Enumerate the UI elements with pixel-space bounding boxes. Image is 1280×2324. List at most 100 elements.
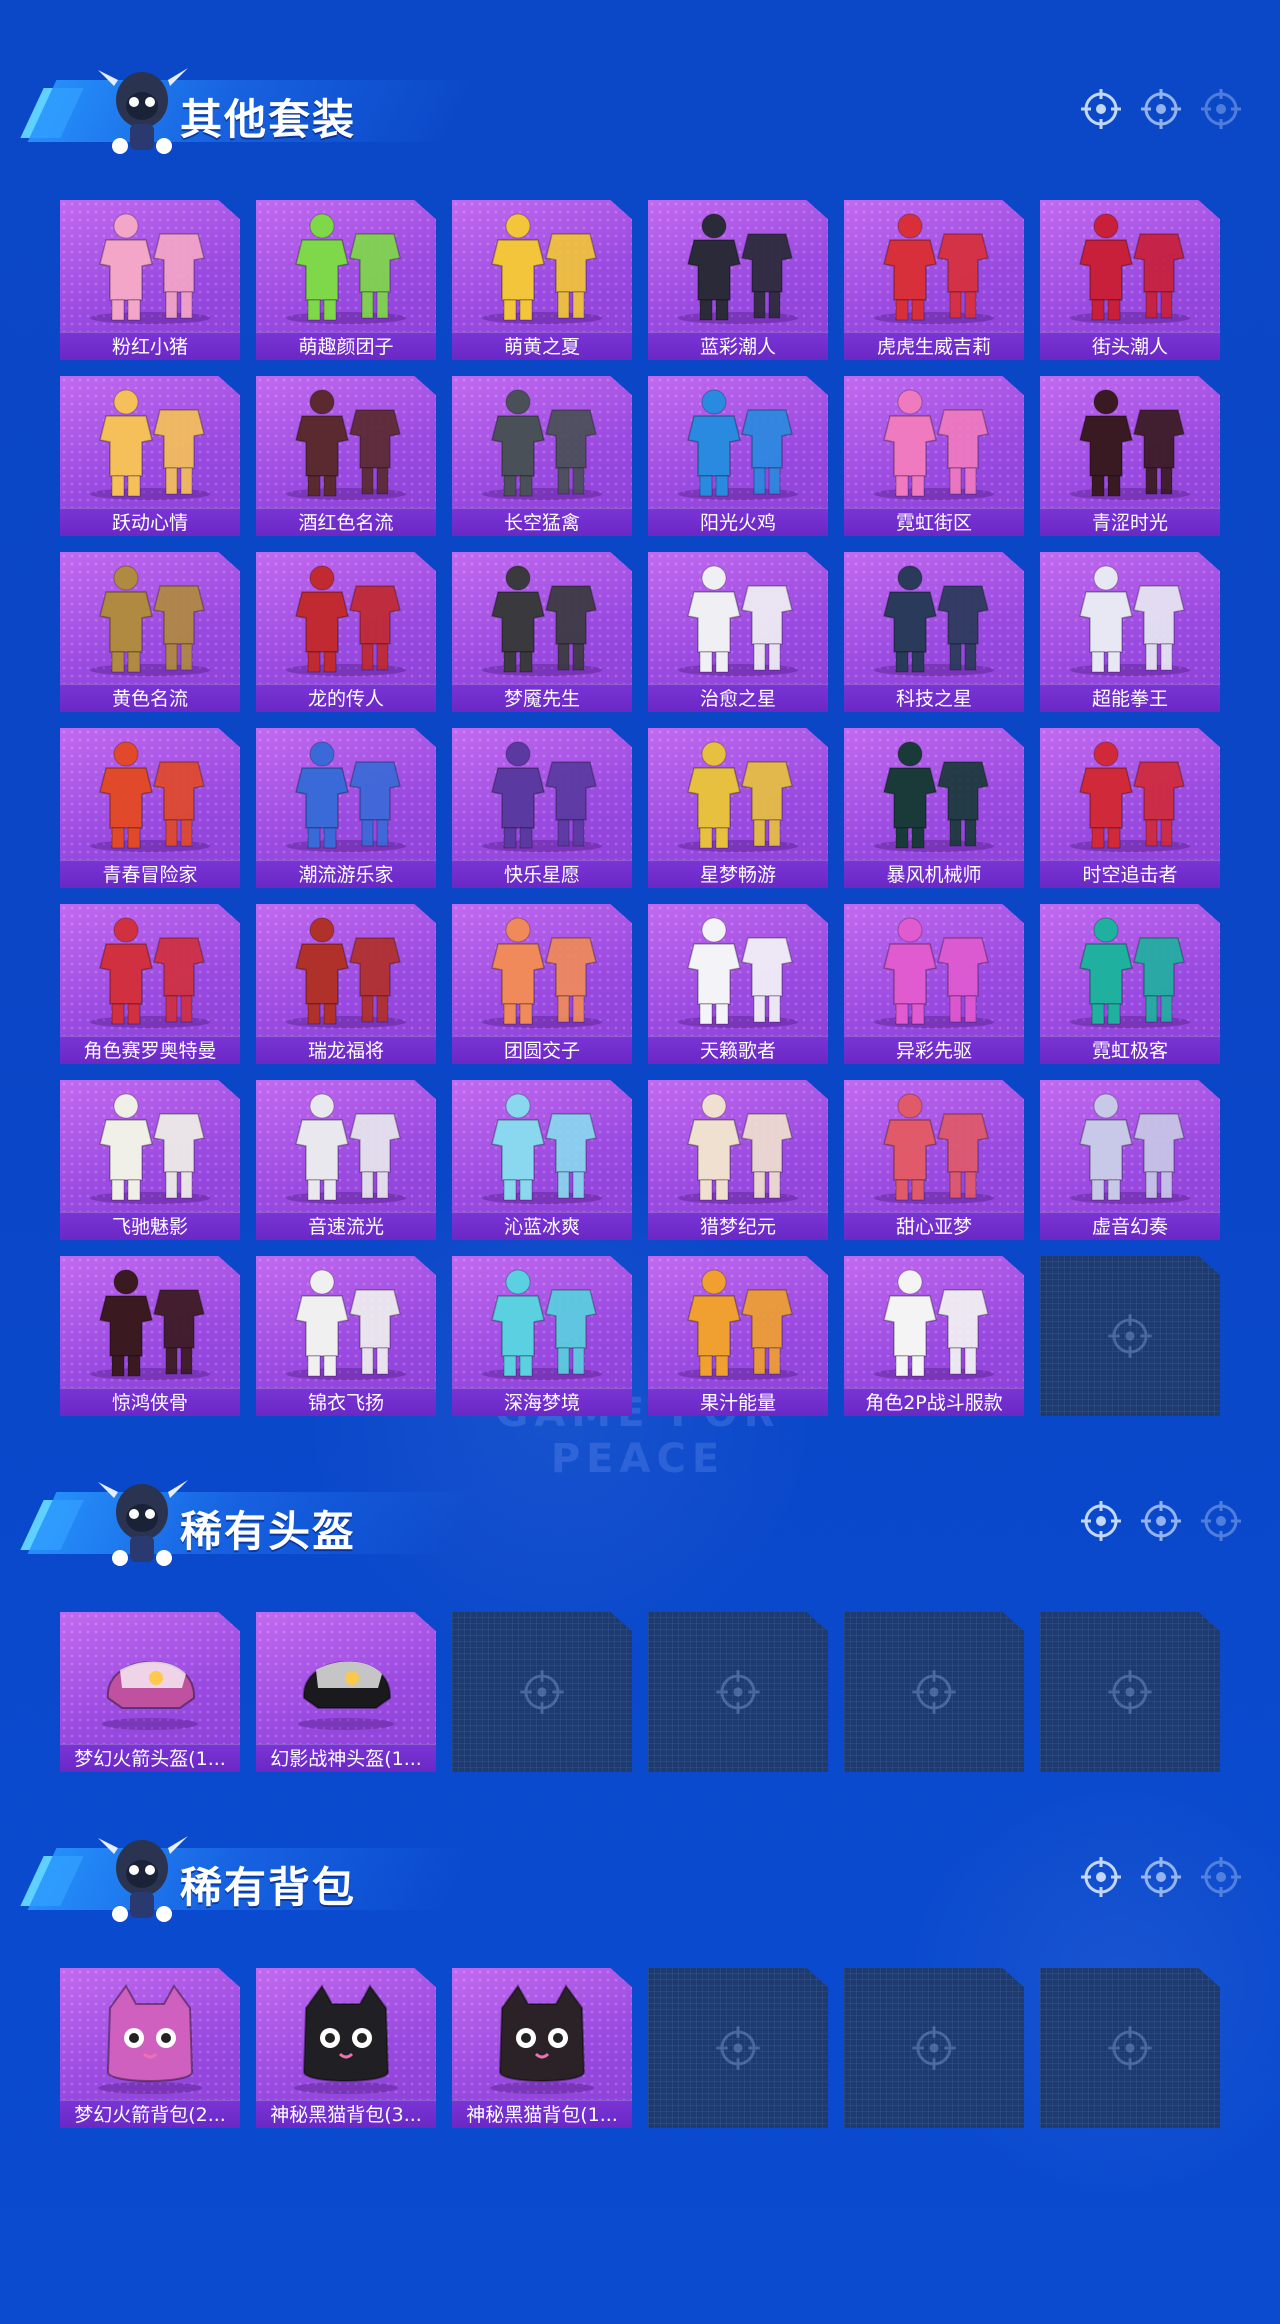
item-card[interactable]: 霓虹街区 [844,376,1024,536]
item-card[interactable]: 治愈之星 [648,552,828,712]
item-name: 猎梦纪元 [648,1212,828,1240]
mascot-icon [98,1836,188,1922]
item-card[interactable]: 蓝彩潮人 [648,200,828,360]
item-card[interactable]: 深海梦境 [452,1256,632,1416]
item-card[interactable]: 甜心亚梦 [844,1080,1024,1240]
target-icons [1080,88,1242,130]
item-card[interactable]: 萌趣颜团子 [256,200,436,360]
target-icon [1081,89,1121,129]
empty-slot [648,1968,828,2128]
outfit-icon [90,917,210,1028]
outfit-icon [482,1269,602,1380]
item-card[interactable]: 神秘黑猫背包(1... [452,1968,632,2128]
item-card[interactable]: 酒红色名流 [256,376,436,536]
item-card[interactable]: 沁蓝冰爽 [452,1080,632,1240]
item-card[interactable]: 锦衣飞扬 [256,1256,436,1416]
item-name: 虎虎生威吉莉 [844,332,1024,360]
item-card[interactable]: 梦幻火箭背包(2... [60,1968,240,2128]
outfit-icon [678,565,798,676]
item-name: 惊鸿侠骨 [60,1388,240,1416]
item-card[interactable]: 角色2P战斗服款 [844,1256,1024,1416]
item-name: 萌趣颜团子 [256,332,436,360]
target-icons [1080,1500,1242,1542]
outfit-icon [90,1093,210,1204]
item-name: 青涩时光 [1040,508,1220,536]
item-card[interactable]: 音速流光 [256,1080,436,1240]
item-card[interactable]: 粉红小猪 [60,200,240,360]
target-icon [1201,89,1241,129]
section-title: 其他套装 [180,95,357,144]
item-name: 青春冒险家 [60,860,240,888]
section-header: 稀有背包 [20,1816,1260,1926]
item-card[interactable]: 天籁歌者 [648,904,828,1064]
empty-slot [844,1612,1024,1772]
item-card[interactable]: 科技之星 [844,552,1024,712]
outfit-icon [678,741,798,852]
item-name: 龙的传人 [256,684,436,712]
outfit-icon [90,741,210,852]
item-card[interactable]: 青涩时光 [1040,376,1220,536]
empty-slot [1040,1612,1220,1772]
item-card[interactable]: 长空猛禽 [452,376,632,536]
target-icon [912,1670,956,1714]
item-name: 虚音幻奏 [1040,1212,1220,1240]
outfit-icon [286,1269,406,1380]
target-icon [716,1670,760,1714]
item-card[interactable]: 龙的传人 [256,552,436,712]
item-card[interactable]: 梦幻火箭头盔(1... [60,1612,240,1772]
target-icon [1141,89,1181,129]
item-card[interactable]: 潮流游乐家 [256,728,436,888]
item-card[interactable]: 梦魇先生 [452,552,632,712]
outfit-icon [90,213,210,324]
item-card[interactable]: 异彩先驱 [844,904,1024,1064]
outfit-icon [286,917,406,1028]
item-card[interactable]: 惊鸿侠骨 [60,1256,240,1416]
item-card[interactable]: 猎梦纪元 [648,1080,828,1240]
item-name: 酒红色名流 [256,508,436,536]
item-card[interactable]: 果汁能量 [648,1256,828,1416]
outfit-icon [874,389,994,500]
item-card[interactable]: 阳光火鸡 [648,376,828,536]
item-name: 角色2P战斗服款 [844,1388,1024,1416]
item-card[interactable]: 虎虎生威吉莉 [844,200,1024,360]
item-card[interactable]: 霓虹极客 [1040,904,1220,1064]
item-card[interactable]: 神秘黑猫背包(3... [256,1968,436,2128]
empty-slot [1040,1968,1220,2128]
outfit-icon [286,741,406,852]
item-card[interactable]: 街头潮人 [1040,200,1220,360]
item-card[interactable]: 黄色名流 [60,552,240,712]
empty-slot [648,1612,828,1772]
backpack-icon [490,1984,594,2094]
item-card[interactable]: 跃动心情 [60,376,240,536]
item-name: 幻影战神头盔(1... [256,1744,436,1772]
helmet-icon [298,1661,394,1730]
item-name: 星梦畅游 [648,860,828,888]
item-card[interactable]: 青春冒险家 [60,728,240,888]
item-card[interactable]: 瑞龙福将 [256,904,436,1064]
item-name: 阳光火鸡 [648,508,828,536]
target-icon [1081,1501,1121,1541]
item-grid-rare-backpacks: 梦幻火箭背包(2... 神秘黑猫背包(3... 神秘黑猫背包(1... [60,1968,1220,2128]
item-card[interactable]: 虚音幻奏 [1040,1080,1220,1240]
item-card[interactable]: 角色赛罗奥特曼 [60,904,240,1064]
item-name: 潮流游乐家 [256,860,436,888]
item-name: 时空追击者 [1040,860,1220,888]
item-card[interactable]: 快乐星愿 [452,728,632,888]
item-card[interactable]: 暴风机械师 [844,728,1024,888]
outfit-icon [874,565,994,676]
item-card[interactable]: 星梦畅游 [648,728,828,888]
item-grid-rare-helmets: 梦幻火箭头盔(1... 幻影战神头盔(1... [60,1612,1220,1772]
item-name: 蓝彩潮人 [648,332,828,360]
item-grid-other-outfits: 粉红小猪 萌趣颜团子 萌黄之夏 蓝彩潮人 虎虎生威吉莉 街头潮人 跃动心情 酒红… [60,200,1220,1416]
item-card[interactable]: 时空追击者 [1040,728,1220,888]
item-card[interactable]: 超能拳王 [1040,552,1220,712]
item-card[interactable]: 萌黄之夏 [452,200,632,360]
item-card[interactable]: 飞驰魅影 [60,1080,240,1240]
outfit-icon [286,389,406,500]
item-card[interactable]: 幻影战神头盔(1... [256,1612,436,1772]
outfit-icon [678,1093,798,1204]
item-name: 萌黄之夏 [452,332,632,360]
helmet-icon [102,1661,198,1730]
item-card[interactable]: 团圆交子 [452,904,632,1064]
target-icon [912,2026,956,2070]
